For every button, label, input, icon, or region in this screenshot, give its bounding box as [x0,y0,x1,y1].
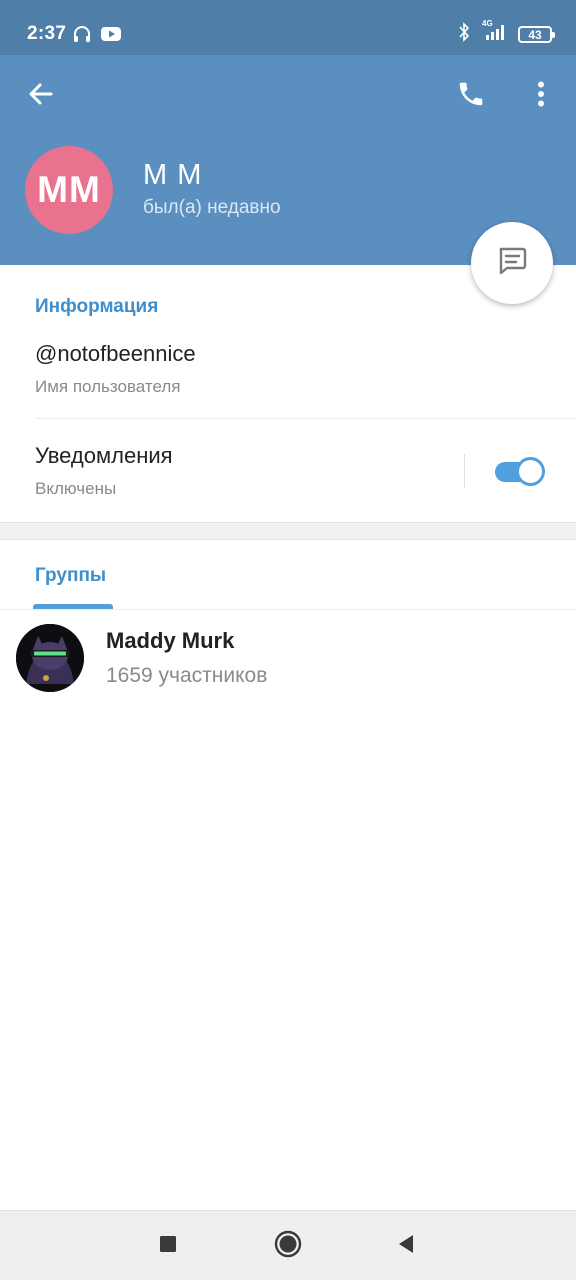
section-separator [0,522,576,540]
battery-icon: 43 [518,26,555,43]
avatar-initials: MM [37,169,101,210]
more-options-button[interactable] [523,76,559,116]
home-button[interactable] [267,1225,309,1267]
username-value: @notofbeennice [35,341,196,366]
headphones-icon [72,24,92,49]
back-triangle-icon [396,1234,416,1259]
notifications-state: Включены [35,479,117,498]
recents-square-icon [159,1235,177,1258]
toggle-divider [464,454,465,488]
notifications-toggle[interactable] [495,457,546,486]
status-left-icons [72,24,121,49]
status-right-icons: 4G 43 [458,19,555,47]
info-section-title: Информация [35,296,159,317]
call-button[interactable] [451,76,491,116]
tab-groups[interactable]: Группы [35,565,106,587]
group-name: Maddy Murk [106,628,235,653]
youtube-icon [101,26,121,47]
toggle-knob [516,457,545,486]
recents-button[interactable] [147,1225,189,1267]
status-bar: 2:37 4G 43 [0,0,576,55]
battery-level: 43 [528,27,542,42]
profile-status: был(а) недавно [143,197,281,218]
back-button[interactable] [22,77,60,115]
system-navbar [0,1210,576,1280]
profile-screen: 2:37 4G 43 MM M M был(а) недавно Информа… [0,0,576,1280]
more-vertical-icon [537,81,545,112]
send-message-button[interactable] [471,222,553,304]
nav-back-button[interactable] [385,1225,427,1267]
back-arrow-icon [27,80,55,113]
notifications-label: Уведомления [35,443,173,468]
list-item[interactable]: Maddy Murk 1659 участников [0,612,576,698]
username-label: Имя пользователя [35,377,181,396]
bluetooth-icon [458,22,470,47]
row-divider [35,418,576,419]
group-avatar [16,624,84,692]
signal-icon: 4G [480,19,508,46]
status-time: 2:37 [27,23,67,44]
network-type: 4G [482,19,493,28]
profile-name: M M [143,159,203,191]
avatar[interactable]: MM [25,146,113,234]
tabs-divider [0,609,576,610]
group-members: 1659 участников [106,664,268,687]
phone-icon [456,79,486,114]
home-circle-icon [274,1230,302,1263]
message-icon [495,244,529,283]
